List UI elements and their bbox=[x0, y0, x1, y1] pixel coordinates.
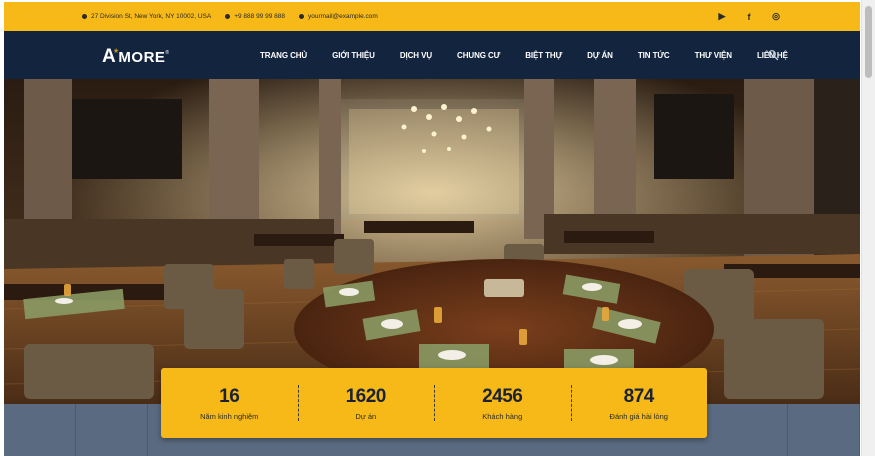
instagram-icon[interactable]: ◎ bbox=[770, 11, 782, 23]
nav-item-du-an[interactable]: DỰ ÁN bbox=[587, 51, 613, 60]
stat-satisfaction-reviews: 874 Đánh giá hài lòng bbox=[570, 379, 708, 427]
stat-value: 1620 bbox=[345, 385, 387, 407]
search-icon[interactable] bbox=[767, 49, 779, 61]
topbar: 27 Division St, New York, NY 10002, USA … bbox=[4, 2, 860, 31]
main-menu: TRANG CHỦ GIỚI THIỆU DỊCH VỤ CHUNG CƯ BI… bbox=[260, 31, 813, 79]
scrollbar-thumb[interactable] bbox=[865, 6, 872, 78]
stat-customers: 2456 Khách hàng bbox=[434, 379, 571, 427]
nav-item-gioi-thieu[interactable]: GIỚI THIỆU bbox=[332, 51, 375, 60]
social-links: ▶ f ◎ bbox=[716, 2, 782, 31]
location-icon bbox=[82, 14, 87, 19]
nav-item-thu-vien[interactable]: THƯ VIỆN bbox=[695, 51, 733, 60]
address-item: 27 Division St, New York, NY 10002, USA bbox=[82, 13, 211, 20]
stat-label: Năm kinh nghiệm bbox=[200, 411, 259, 421]
phone-item[interactable]: +9 888 99 99 888 bbox=[225, 13, 285, 20]
strip-segment bbox=[4, 404, 76, 456]
stats-panel: 16 Năm kinh nghiệm 1620 Dự án 2456 Khách… bbox=[161, 368, 707, 438]
nav-item-tin-tuc[interactable]: TIN TỨC bbox=[638, 51, 670, 60]
nav-item-dich-vu[interactable]: DỊCH VỤ bbox=[400, 51, 432, 60]
nav-item-trang-chu[interactable]: TRANG CHỦ bbox=[260, 51, 307, 60]
logo-registered-mark: ® bbox=[165, 50, 170, 56]
strip-segment bbox=[788, 404, 860, 456]
phone-icon bbox=[225, 14, 231, 19]
address-text: 27 Division St, New York, NY 10002, USA bbox=[91, 13, 212, 20]
email-item[interactable]: yourmail@example.com bbox=[299, 13, 378, 20]
stat-label: Đánh giá hài lòng bbox=[609, 411, 668, 421]
vertical-scrollbar[interactable] bbox=[861, 0, 875, 456]
restaurant-interior-image bbox=[4, 79, 860, 404]
logo-wordmark: MORE bbox=[118, 48, 166, 66]
logo[interactable]: A * MORE ® bbox=[102, 46, 169, 68]
email-icon bbox=[299, 14, 304, 19]
stat-value: 16 bbox=[219, 385, 240, 407]
stat-label: Dự án bbox=[355, 411, 377, 421]
stat-value: 2456 bbox=[482, 385, 523, 407]
phone-text[interactable]: +9 888 99 99 888 bbox=[234, 13, 285, 20]
stat-label: Khách hàng bbox=[482, 411, 523, 421]
strip-segment bbox=[76, 404, 148, 456]
strip-segment bbox=[716, 404, 788, 456]
email-text[interactable]: yourmail@example.com bbox=[308, 13, 378, 20]
stat-projects: 1620 Dự án bbox=[297, 379, 435, 427]
contact-list: 27 Division St, New York, NY 10002, USA … bbox=[82, 13, 392, 20]
hero-banner-image bbox=[4, 79, 860, 404]
youtube-icon[interactable]: ▶ bbox=[716, 11, 728, 23]
stat-value: 874 bbox=[623, 385, 655, 407]
page: 27 Division St, New York, NY 10002, USA … bbox=[4, 0, 864, 456]
nav-item-chung-cu[interactable]: CHUNG CƯ bbox=[457, 51, 500, 60]
facebook-icon[interactable]: f bbox=[743, 11, 755, 23]
nav-item-biet-thu[interactable]: BIỆT THỰ bbox=[525, 51, 562, 60]
main-navbar: A * MORE ® TRANG CHỦ GIỚI THIỆU DỊCH VỤ … bbox=[4, 31, 860, 79]
stat-years-experience: 16 Năm kinh nghiệm bbox=[161, 379, 298, 427]
